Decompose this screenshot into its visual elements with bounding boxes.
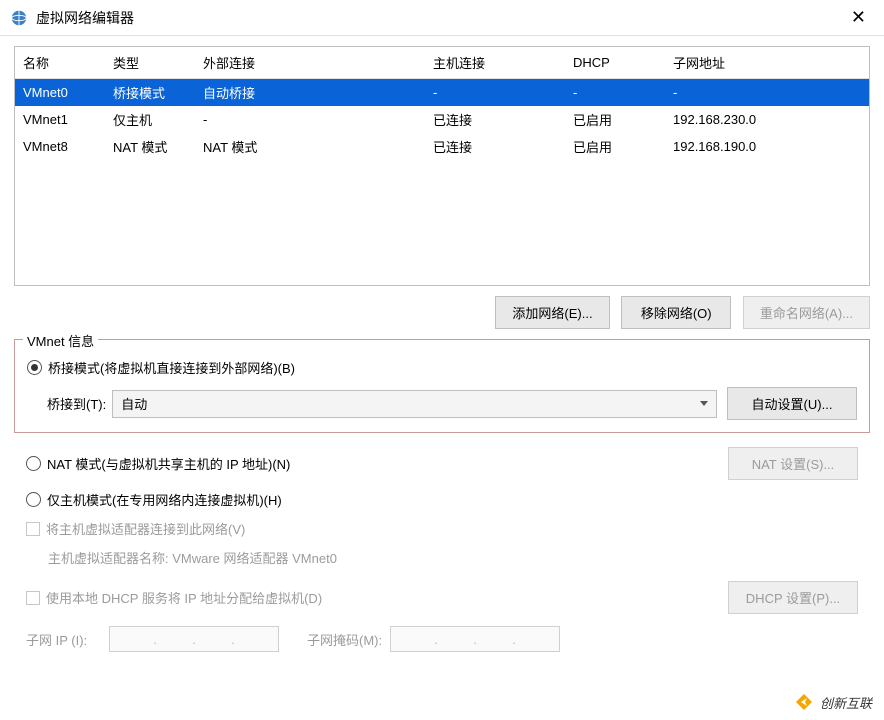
auto-settings-button[interactable]: 自动设置(U)... [727,387,857,420]
col-subnet[interactable]: 子网地址 [665,47,869,79]
network-buttons: 添加网络(E)... 移除网络(O) 重命名网络(A)... [14,296,870,329]
table-row[interactable]: VMnet8 NAT 模式 NAT 模式 已连接 已启用 192.168.190… [15,133,869,160]
titlebar: 虚拟网络编辑器 ✕ [0,0,884,36]
dhcp-settings-button: DHCP 设置(P)... [728,581,858,614]
subnet-ip-label: 子网 IP (I): [26,630,101,649]
bridge-radio[interactable]: 桥接模式(将虚拟机直接连接到外部网络)(B) [27,358,857,377]
network-table: 名称 类型 外部连接 主机连接 DHCP 子网地址 VMnet0 桥接模式 自动… [14,46,870,286]
subnet-ip-field: ... [109,626,279,652]
hostonly-radio[interactable]: 仅主机模式(在专用网络内连接虚拟机)(H) [26,490,858,509]
subnet-mask-field: ... [390,626,560,652]
cell-name: VMnet1 [15,106,105,133]
checkbox-icon [26,522,40,536]
radio-icon [27,360,42,375]
bridge-radio-label: 桥接模式(将虚拟机直接连接到外部网络)(B) [48,358,295,377]
col-external[interactable]: 外部连接 [195,47,425,79]
cell-host: 已连接 [425,106,565,133]
table-row[interactable]: VMnet1 仅主机 - 已连接 已启用 192.168.230.0 [15,106,869,133]
cell-dhcp: 已启用 [565,133,665,160]
table-row[interactable]: VMnet0 桥接模式 自动桥接 - - - [15,79,869,107]
nat-settings-button: NAT 设置(S)... [728,447,858,480]
bridge-to-label: 桥接到(T): [47,394,106,413]
connect-host-adapter-label: 将主机虚拟适配器连接到此网络(V) [46,519,245,538]
radio-icon [26,456,41,471]
cell-dhcp: 已启用 [565,106,665,133]
add-network-button[interactable]: 添加网络(E)... [495,296,609,329]
cell-subnet: - [665,79,869,107]
radio-icon [26,492,41,507]
watermark: 创新互联 [794,692,872,712]
connect-host-adapter-checkbox: 将主机虚拟适配器连接到此网络(V) [26,519,858,538]
vmnet-info-group: VMnet 信息 桥接模式(将虚拟机直接连接到外部网络)(B) 桥接到(T): … [14,339,870,433]
bridge-to-select[interactable]: 自动 [112,390,717,418]
close-icon[interactable]: ✕ [843,3,874,32]
col-name[interactable]: 名称 [15,47,105,79]
cell-name: VMnet0 [15,79,105,107]
app-icon [10,9,28,27]
watermark-text: 创新互联 [820,693,872,712]
hostonly-radio-label: 仅主机模式(在专用网络内连接虚拟机)(H) [47,490,282,509]
cell-subnet: 192.168.190.0 [665,133,869,160]
cell-external: NAT 模式 [195,133,425,160]
col-host[interactable]: 主机连接 [425,47,565,79]
bridge-to-value: 自动 [121,394,147,413]
cell-host: 已连接 [425,133,565,160]
table-header-row: 名称 类型 外部连接 主机连接 DHCP 子网地址 [15,47,869,79]
cell-type: NAT 模式 [105,133,195,160]
cell-type: 桥接模式 [105,79,195,107]
nat-radio-label: NAT 模式(与虚拟机共享主机的 IP 地址)(N) [47,454,290,473]
col-type[interactable]: 类型 [105,47,195,79]
chevron-down-icon [700,401,708,406]
checkbox-icon [26,591,40,605]
cell-subnet: 192.168.230.0 [665,106,869,133]
nat-radio[interactable]: NAT 模式(与虚拟机共享主机的 IP 地址)(N) [26,454,290,473]
watermark-logo-icon [794,692,814,712]
host-adapter-name: 主机虚拟适配器名称: VMware 网络适配器 VMnet0 [48,548,858,567]
cell-host: - [425,79,565,107]
rename-network-button: 重命名网络(A)... [743,296,870,329]
use-dhcp-checkbox: 使用本地 DHCP 服务将 IP 地址分配给虚拟机(D) [26,588,322,607]
cell-name: VMnet8 [15,133,105,160]
remove-network-button[interactable]: 移除网络(O) [621,296,731,329]
window-title: 虚拟网络编辑器 [36,8,843,28]
subnet-mask-label: 子网掩码(M): [307,630,382,649]
cell-external: - [195,106,425,133]
vmnet-info-title: VMnet 信息 [23,331,98,350]
cell-external: 自动桥接 [195,79,425,107]
cell-dhcp: - [565,79,665,107]
cell-type: 仅主机 [105,106,195,133]
col-dhcp[interactable]: DHCP [565,47,665,79]
vmnet-options: NAT 模式(与虚拟机共享主机的 IP 地址)(N) NAT 设置(S)... … [14,433,870,656]
use-dhcp-label: 使用本地 DHCP 服务将 IP 地址分配给虚拟机(D) [46,588,322,607]
